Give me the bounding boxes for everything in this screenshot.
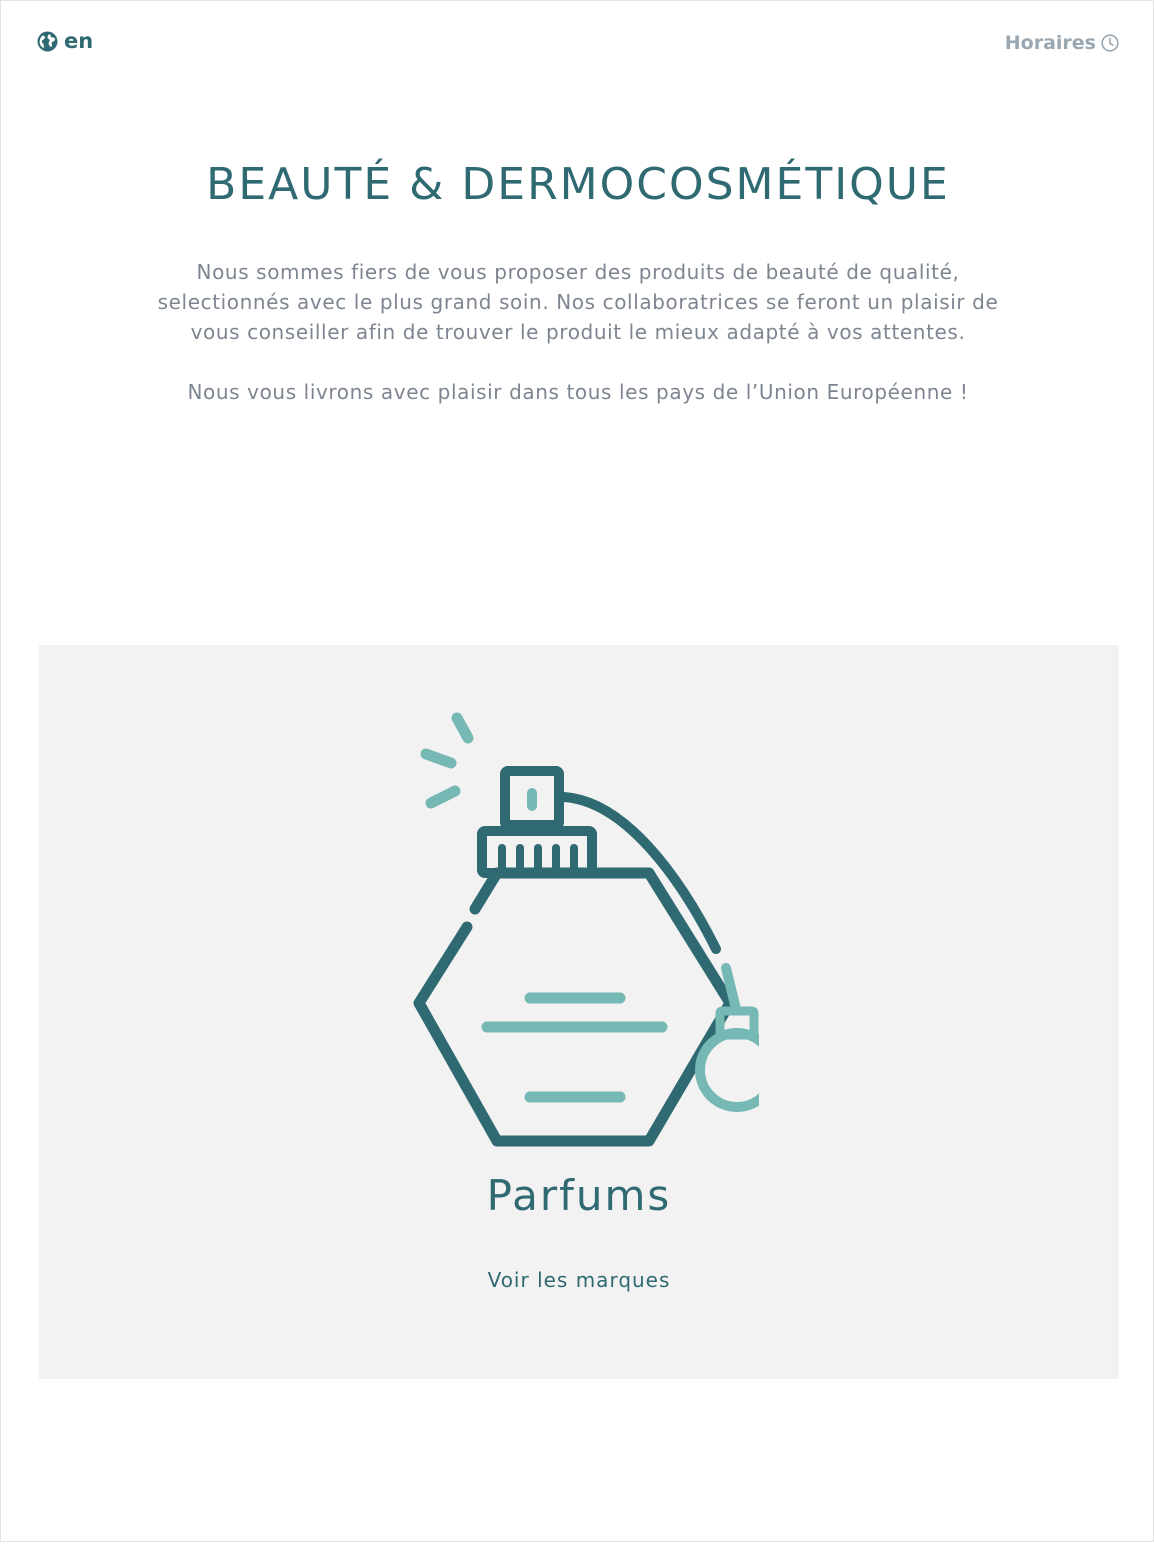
globe-icon [37, 31, 58, 51]
see-brands-link-wrapper: Voir les marques [39, 1268, 1119, 1292]
category-card-parfums[interactable]: Parfums Voir les marques [39, 645, 1119, 1379]
opening-hours-link[interactable]: Horaires [1005, 32, 1119, 54]
intro-text: Nous sommes fiers de vous proposer des p… [131, 257, 1025, 437]
perfume-bottle-icon [413, 712, 759, 1147]
page-frame: en Horaires BEAUTÉ & DERMOCOSMÉTIQUE Nou… [0, 0, 1154, 1542]
intro-paragraph: Nous vous livrons avec plaisir dans tous… [187, 380, 969, 404]
see-brands-link[interactable]: Voir les marques [488, 1268, 671, 1292]
category-title: Parfums [486, 1171, 672, 1220]
language-label: en [64, 29, 94, 53]
language-switcher[interactable]: en [37, 29, 93, 53]
clock-icon [1101, 34, 1119, 52]
intro-paragraph: Nous sommes fiers de vous proposer des p… [157, 260, 999, 344]
page-title: BEAUTÉ & DERMOCOSMÉTIQUE [206, 159, 950, 210]
hours-label: Horaires [1004, 32, 1096, 54]
